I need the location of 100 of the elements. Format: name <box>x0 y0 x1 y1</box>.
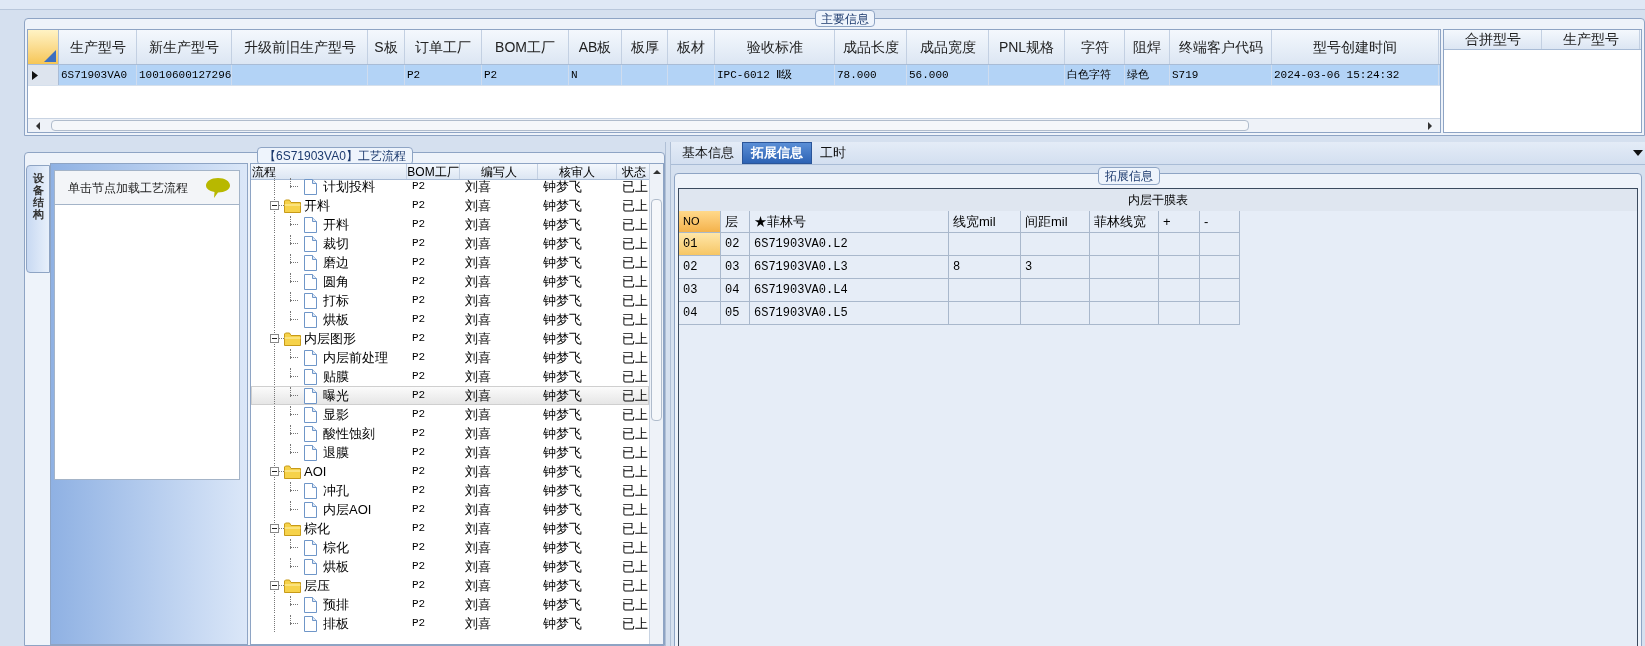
column-header[interactable]: + <box>1159 211 1200 233</box>
column-header[interactable]: 层 <box>721 211 750 233</box>
collapse-icon[interactable] <box>270 581 279 590</box>
tree-node-label[interactable]: 酸性蚀刻 <box>323 423 375 444</box>
tree-node-label[interactable]: 裁切 <box>323 233 349 254</box>
column-header[interactable]: 编写人 <box>460 164 538 179</box>
scroll-up-icon[interactable] <box>651 167 662 177</box>
column-header[interactable]: 生产型号 <box>1542 30 1640 49</box>
tree-row[interactable]: 打标 P2 刘喜 钟梦飞 已上 <box>251 291 649 310</box>
column-header[interactable]: S板 <box>368 30 405 64</box>
row-header[interactable]: 04 <box>679 302 721 325</box>
tree-row[interactable]: 内层图形 P2 刘喜 钟梦飞 已上 <box>251 329 649 348</box>
tree-node-label[interactable]: 棕化 <box>304 518 330 539</box>
column-header[interactable]: - <box>1200 211 1240 233</box>
tree-row[interactable]: 计划投料 P2 刘喜 钟梦飞 已上 <box>251 177 649 196</box>
column-header[interactable]: 字符 <box>1065 30 1125 64</box>
tree-row[interactable]: 层压 P2 刘喜 钟梦飞 已上 <box>251 576 649 595</box>
scroll-thumb[interactable] <box>51 120 1249 131</box>
tree-node-label[interactable]: 棕化 <box>323 537 349 558</box>
column-header[interactable]: 线宽mil <box>949 211 1021 233</box>
tree-node-label[interactable]: 打标 <box>323 290 349 311</box>
tab[interactable]: 基本信息 <box>674 142 742 164</box>
tree-row[interactable]: 开料 P2 刘喜 钟梦飞 已上 <box>251 215 649 234</box>
tree-node-label[interactable]: 内层图形 <box>304 328 356 349</box>
vertical-scrollbar[interactable] <box>649 164 663 644</box>
column-header[interactable]: 菲林线宽 <box>1090 211 1159 233</box>
tree-row[interactable]: 曝光 P2 刘喜 钟梦飞 已上 <box>251 386 649 405</box>
tree-row[interactable]: 内层前处理 P2 刘喜 钟梦飞 已上 <box>251 348 649 367</box>
column-header[interactable]: 板厚 <box>622 30 668 64</box>
tree-node-label[interactable]: 开料 <box>323 214 349 235</box>
data-row[interactable]: 6S71903VA0 10010600127296 P2 P2 N IPC-6012 Ⅱ级 78.000 56.000 白色字符 绿色 S719 2024-03-06 15:24:32 <box>28 65 1440 86</box>
column-header[interactable]: 型号创建时间 <box>1272 30 1439 64</box>
column-header[interactable]: 间距mil <box>1021 211 1090 233</box>
tree-node-label[interactable]: 排板 <box>323 613 349 634</box>
tree-row[interactable]: 预排 P2 刘喜 钟梦飞 已上 <box>251 595 649 614</box>
tree-row[interactable]: AOI P2 刘喜 钟梦飞 已上 <box>251 462 649 481</box>
row-header[interactable]: 01 <box>679 233 721 256</box>
tree-row[interactable]: 酸性蚀刻 P2 刘喜 钟梦飞 已上 <box>251 424 649 443</box>
dropdown-icon[interactable] <box>1633 149 1643 157</box>
column-header[interactable]: 升级前旧生产型号 <box>232 30 368 64</box>
tree-node-label[interactable]: 退膜 <box>323 442 349 463</box>
row-header[interactable]: 02 <box>679 256 721 279</box>
column-header[interactable]: 生产型号 <box>59 30 137 64</box>
select-all-corner[interactable] <box>28 30 59 64</box>
tree-node-label[interactable]: 内层AOI <box>323 499 372 520</box>
tree-node-label[interactable]: 显影 <box>323 404 349 425</box>
tree-node-label[interactable]: 预排 <box>323 594 349 615</box>
tree-node-label[interactable]: 层压 <box>304 575 330 596</box>
tree-row[interactable]: 烘板 P2 刘喜 钟梦飞 已上 <box>251 557 649 576</box>
collapse-icon[interactable] <box>270 524 279 533</box>
tree-node-label[interactable]: 圆角 <box>323 271 349 292</box>
column-header[interactable]: ★菲林号 <box>750 211 949 233</box>
tree-row[interactable]: 裁切 P2 刘喜 钟梦飞 已上 <box>251 234 649 253</box>
horizontal-scrollbar[interactable] <box>28 118 1440 132</box>
tree-node-label[interactable]: 曝光 <box>323 385 349 406</box>
tree-row[interactable]: 贴膜 P2 刘喜 钟梦飞 已上 <box>251 367 649 386</box>
column-header[interactable]: 新生产型号 <box>137 30 232 64</box>
row-header[interactable]: 03 <box>679 279 721 302</box>
tree-row[interactable]: 退膜 P2 刘喜 钟梦飞 已上 <box>251 443 649 462</box>
column-header[interactable]: BOM工厂 <box>407 164 460 179</box>
column-header[interactable]: 验收标准 <box>715 30 835 64</box>
tree-node-label[interactable]: 内层前处理 <box>323 347 388 368</box>
tree-row[interactable]: 棕化 P2 刘喜 钟梦飞 已上 <box>251 538 649 557</box>
column-header[interactable]: AB板 <box>569 30 622 64</box>
tree-row[interactable]: 内层AOI P2 刘喜 钟梦飞 已上 <box>251 500 649 519</box>
column-header[interactable]: 阻焊 <box>1125 30 1170 64</box>
column-header[interactable]: 成品长度 <box>835 30 907 64</box>
tree-row[interactable]: 烘板 P2 刘喜 钟梦飞 已上 <box>251 310 649 329</box>
tree-node-label[interactable]: 计划投料 <box>323 176 375 197</box>
column-header[interactable]: 终端客户代码 <box>1170 30 1272 64</box>
collapse-icon[interactable] <box>270 201 279 210</box>
column-header[interactable]: BOM工厂 <box>482 30 569 64</box>
column-header[interactable]: 板材 <box>668 30 715 64</box>
scroll-right-icon[interactable] <box>1425 120 1435 131</box>
tree-node-label[interactable]: 开料 <box>304 195 330 216</box>
tab[interactable]: 工时 <box>812 142 854 164</box>
scroll-thumb[interactable] <box>651 199 662 421</box>
collapse-icon[interactable] <box>270 467 279 476</box>
tree-row[interactable]: 开料 P2 刘喜 钟梦飞 已上 <box>251 196 649 215</box>
column-header[interactable]: 订单工厂 <box>405 30 482 64</box>
vertical-tab[interactable]: 设备结构 <box>26 165 50 273</box>
column-header[interactable]: NO <box>679 211 721 233</box>
tree-row[interactable]: 磨边 P2 刘喜 钟梦飞 已上 <box>251 253 649 272</box>
tab[interactable]: 拓展信息 <box>742 142 812 164</box>
column-header[interactable]: 核审人 <box>538 164 617 179</box>
tree-node-label[interactable]: 磨边 <box>323 252 349 273</box>
tree-row[interactable]: 圆角 P2 刘喜 钟梦飞 已上 <box>251 272 649 291</box>
tree-row[interactable]: 棕化 P2 刘喜 钟梦飞 已上 <box>251 519 649 538</box>
tree-node-label[interactable]: 冲孔 <box>323 480 349 501</box>
tree-row[interactable]: 显影 P2 刘喜 钟梦飞 已上 <box>251 405 649 424</box>
tree-row[interactable]: 排板 P2 刘喜 钟梦飞 已上 <box>251 614 649 633</box>
tree-node-label[interactable]: AOI <box>304 461 327 482</box>
tree-node-label[interactable]: 烘板 <box>323 556 349 577</box>
collapse-icon[interactable] <box>270 334 279 343</box>
column-header[interactable]: PNL规格 <box>989 30 1065 64</box>
column-header[interactable]: 成品宽度 <box>907 30 989 64</box>
tree-row[interactable]: 冲孔 P2 刘喜 钟梦飞 已上 <box>251 481 649 500</box>
tree-node-label[interactable]: 烘板 <box>323 309 349 330</box>
tree-node-label[interactable]: 贴膜 <box>323 366 349 387</box>
column-header[interactable]: 合拼型号 <box>1444 30 1542 49</box>
